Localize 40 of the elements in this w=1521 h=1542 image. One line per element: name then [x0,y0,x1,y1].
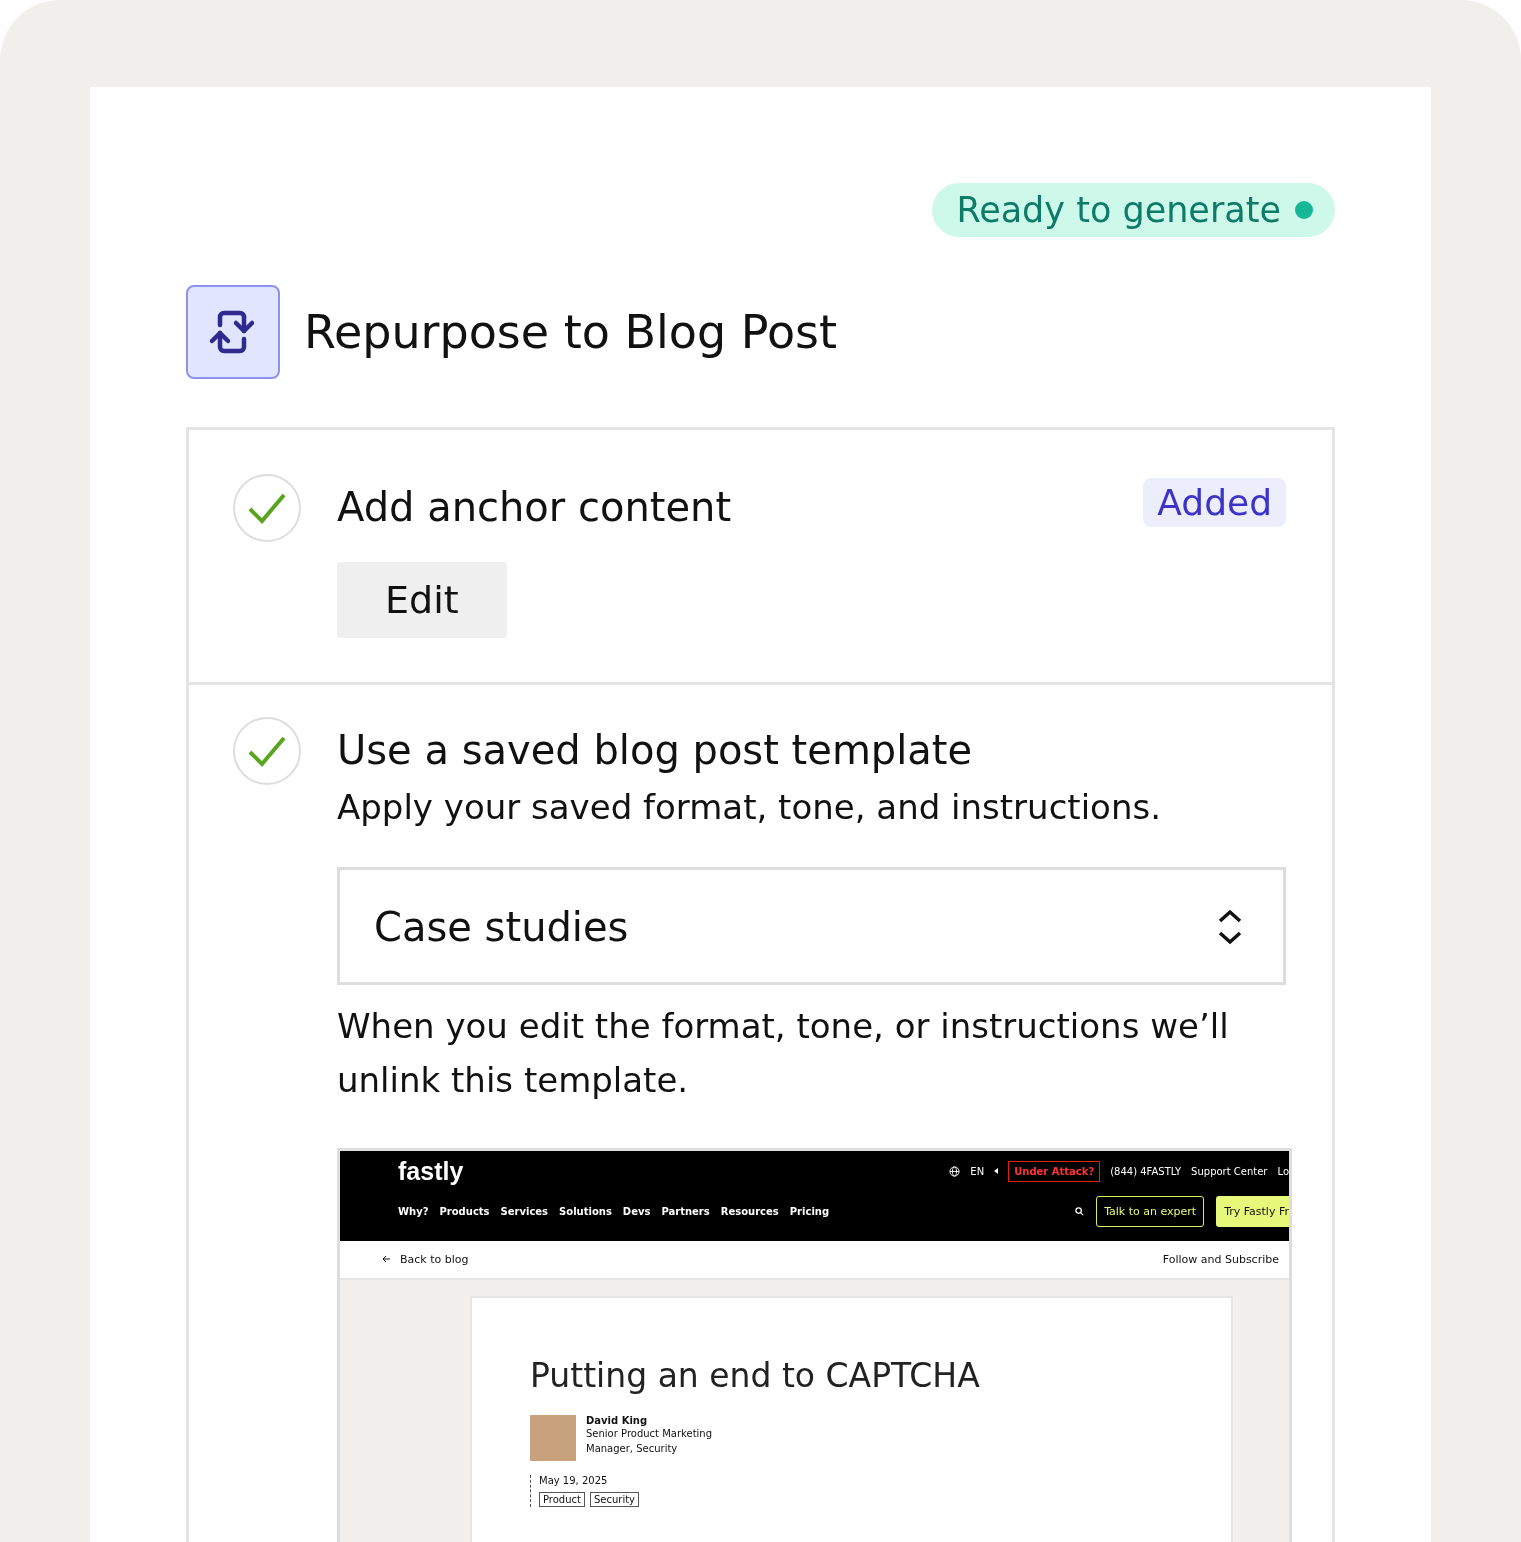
article-title: Putting an end to CAPTCHA [530,1355,981,1395]
added-badge: Added [1143,477,1286,527]
nav-link[interactable]: Partners [661,1205,710,1217]
under-attack-button[interactable]: Under Attack? [1008,1160,1101,1182]
article-date: May 19, 2025 [539,1474,609,1486]
template-select[interactable]: Case studies [337,867,1286,985]
step-title: Use a saved blog post template [337,727,973,773]
edit-button[interactable]: Edit [337,562,507,638]
step-title: Add anchor content [337,484,732,530]
try-fastly-button[interactable]: Try Fastly Fr [1216,1195,1289,1227]
template-note: When you edit the format, tone, or instructions we’ll unlink this template. [337,1005,1230,1103]
author-role: Senior Product Marketing Manager, Security [586,1426,713,1456]
follow-subscribe-link[interactable]: Follow and Subscribe [1162,1252,1279,1266]
phone-link[interactable]: (844) 4FASTLY [1110,1165,1182,1177]
chevron-updown-icon [1217,909,1243,945]
nav-link[interactable]: Services [500,1205,549,1217]
step-description: Apply your saved format, tone, and instructions. [337,787,1161,827]
support-link[interactable]: Support Center [1191,1165,1268,1177]
nav-link[interactable]: Pricing [789,1205,830,1217]
article-tag[interactable]: Security [589,1491,640,1507]
status-badge: Ready to generate [932,183,1335,237]
nav-link[interactable]: Why? [398,1205,429,1217]
globe-icon [949,1165,961,1177]
page-title: Repurpose to Blog Post [304,305,838,359]
author-name: David King [586,1414,649,1426]
nav-link[interactable]: Solutions [559,1205,612,1217]
caret-icon [994,1168,999,1175]
nav-link[interactable]: Devs [622,1205,651,1217]
author-photo-placeholder [530,1414,576,1461]
site-logo: fastly [398,1156,464,1186]
login-link[interactable]: Lo [1277,1165,1289,1177]
talk-to-expert-button[interactable]: Talk to an expert [1096,1195,1205,1227]
nav-link[interactable]: Resources [720,1205,779,1217]
arrow-left-icon [382,1255,391,1264]
language-selector[interactable]: EN [970,1165,985,1177]
article-tag[interactable]: Product [539,1491,585,1507]
search-icon[interactable] [1075,1206,1085,1216]
back-to-blog-link[interactable]: Back to blog [400,1252,469,1266]
repeat-icon [186,285,280,379]
nav-link[interactable]: Products [439,1205,490,1217]
